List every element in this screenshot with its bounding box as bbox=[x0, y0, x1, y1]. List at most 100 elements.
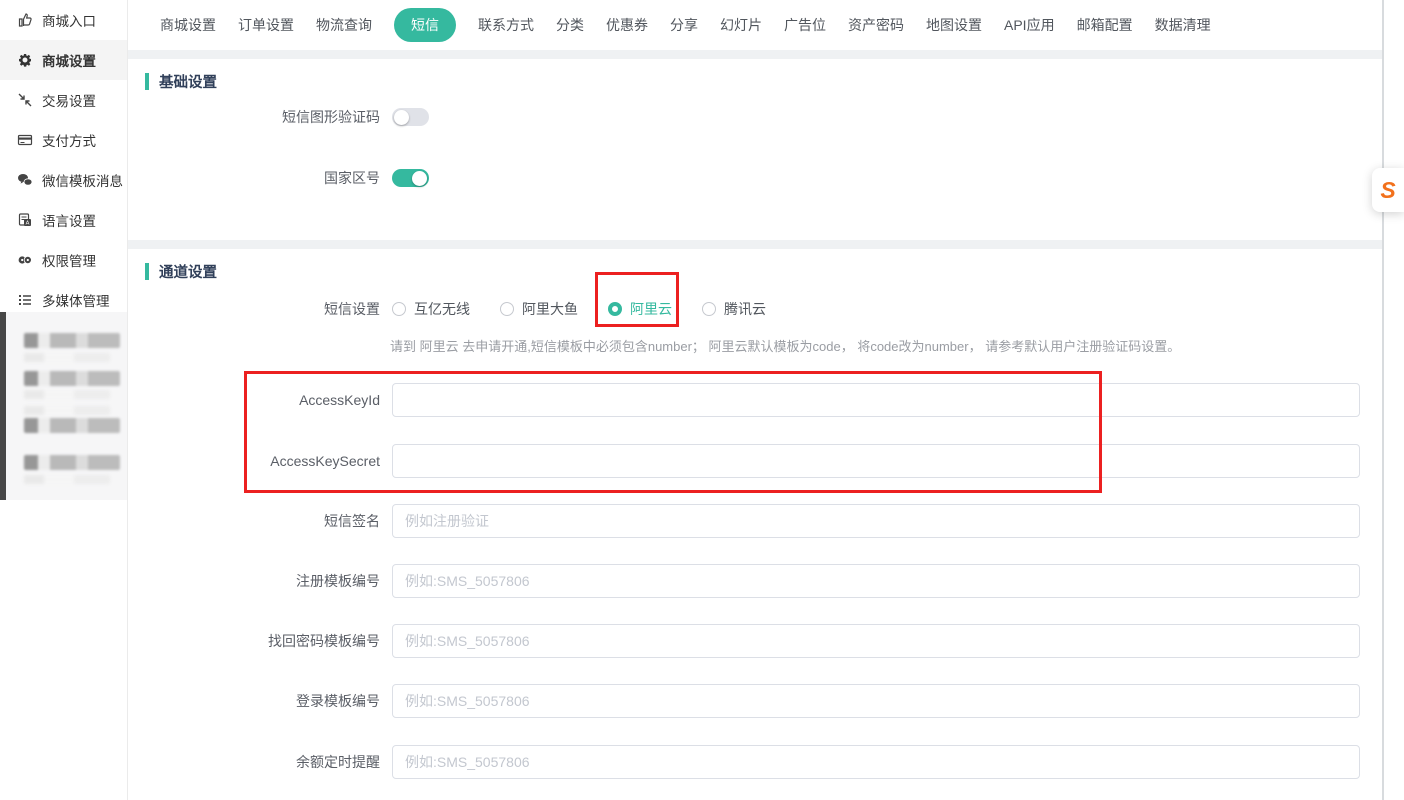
radio-huyi-wireless[interactable]: 互亿无线 bbox=[392, 299, 470, 319]
redacted-menu-item[interactable] bbox=[24, 371, 120, 386]
redacted-menu-item[interactable] bbox=[24, 418, 120, 433]
sidebar-item-label: 支付方式 bbox=[42, 130, 96, 150]
sidebar-item-trade-settings[interactable]: 交易设置 bbox=[0, 80, 127, 120]
channel-settings-card: 通道设置 短信设置 互亿无线 阿里大鱼 阿里云 bbox=[137, 249, 1382, 800]
field-label: 短信图形验证码 bbox=[137, 107, 392, 127]
form-row-sms-provider: 短信设置 互亿无线 阿里大鱼 阿里云 bbox=[137, 292, 1382, 326]
radio-ali-dayu[interactable]: 阿里大鱼 bbox=[500, 299, 578, 319]
sms-signature-input[interactable] bbox=[392, 504, 1360, 538]
sidebar-item-label: 商城入口 bbox=[42, 10, 96, 30]
field-label: 余额定时提醒 bbox=[137, 752, 392, 772]
form-row-accesskeyid: AccessKeyId bbox=[137, 383, 1382, 417]
redacted-menu-item[interactable] bbox=[24, 333, 120, 348]
field-label: AccessKeySecret bbox=[137, 453, 392, 469]
main-content: 商城设置 订单设置 物流查询 短信 联系方式 分类 优惠券 分享 幻灯片 广告位… bbox=[128, 0, 1382, 800]
redacted-menu-subitem bbox=[24, 353, 110, 362]
redacted-menu-item[interactable] bbox=[24, 455, 120, 470]
balance-reminder-input[interactable] bbox=[392, 745, 1360, 779]
s-widget-label: S bbox=[1380, 177, 1395, 204]
field-label: 登录模板编号 bbox=[137, 691, 392, 711]
card-gap bbox=[128, 50, 1382, 59]
tab-data-cleanup[interactable]: 数据清理 bbox=[1155, 15, 1211, 35]
radio-dot-icon bbox=[608, 302, 622, 316]
form-row-sms-signature: 短信签名 bbox=[137, 504, 1382, 538]
form-row-sms-captcha: 短信图形验证码 bbox=[137, 100, 1382, 134]
tab-mall-settings[interactable]: 商城设置 bbox=[160, 15, 216, 35]
sms-settings-page: 商城入口 商城设置 交易设置 支付方式 微信模板消息 A 语言设置 权限管理 多 bbox=[0, 0, 1404, 800]
page-right-divider bbox=[1382, 0, 1384, 800]
sidebar-item-label: 语言设置 bbox=[42, 210, 96, 230]
redacted-menu-subitem bbox=[24, 406, 110, 415]
tab-share[interactable]: 分享 bbox=[670, 15, 698, 35]
language-icon: A bbox=[17, 212, 33, 228]
wechat-icon bbox=[17, 172, 33, 188]
sidebar-item-language-settings[interactable]: A 语言设置 bbox=[0, 200, 127, 240]
settings-tab-bar: 商城设置 订单设置 物流查询 短信 联系方式 分类 优惠券 分享 幻灯片 广告位… bbox=[137, 0, 1382, 50]
card-gap bbox=[128, 240, 1382, 249]
accesskeysecret-input[interactable] bbox=[392, 444, 1360, 478]
radio-dot-icon bbox=[500, 302, 514, 316]
sidebar-scrollbar[interactable] bbox=[0, 312, 6, 500]
sidebar-submenu bbox=[0, 312, 127, 500]
tab-logistics-query[interactable]: 物流查询 bbox=[316, 15, 372, 35]
section-accent-bar bbox=[145, 263, 149, 280]
section-header-basic: 基础设置 bbox=[145, 71, 217, 92]
tab-order-settings[interactable]: 订单设置 bbox=[238, 15, 294, 35]
sidebar-item-mall-entry[interactable]: 商城入口 bbox=[0, 0, 127, 40]
aliyun-help-note: 请到 阿里云 去申请开通,短信模板中必须包含number； 阿里云默认模板为co… bbox=[390, 336, 1180, 355]
form-row-country-code: 国家区号 bbox=[137, 161, 1382, 195]
country-code-toggle[interactable] bbox=[392, 169, 429, 187]
register-template-input[interactable] bbox=[392, 564, 1360, 598]
svg-text:A: A bbox=[26, 221, 30, 227]
sms-provider-radio-group: 互亿无线 阿里大鱼 阿里云 腾讯云 bbox=[392, 299, 766, 319]
password-recovery-template-input[interactable] bbox=[392, 624, 1360, 658]
form-row-accesskeysecret: AccessKeySecret bbox=[137, 444, 1382, 478]
sidebar-item-label: 微信模板消息 bbox=[42, 170, 123, 190]
form-row-password-recovery-template: 找回密码模板编号 bbox=[137, 624, 1382, 658]
sidebar-item-permission-management[interactable]: 权限管理 bbox=[0, 240, 127, 280]
section-title: 通道设置 bbox=[159, 261, 217, 282]
sidebar-item-mall-settings[interactable]: 商城设置 bbox=[0, 40, 127, 80]
form-row-login-template: 登录模板编号 bbox=[137, 684, 1382, 718]
gear-icon bbox=[17, 52, 33, 68]
tab-slideshow[interactable]: 幻灯片 bbox=[720, 15, 762, 35]
credit-card-icon bbox=[17, 132, 33, 148]
radio-label: 腾讯云 bbox=[724, 299, 766, 319]
section-header-channel: 通道设置 bbox=[145, 261, 217, 282]
tab-asset-password[interactable]: 资产密码 bbox=[848, 15, 904, 35]
login-template-input[interactable] bbox=[392, 684, 1360, 718]
radio-aliyun-selected[interactable]: 阿里云 bbox=[608, 299, 672, 319]
basic-settings-card: 基础设置 短信图形验证码 国家区号 bbox=[137, 59, 1382, 240]
radio-tencent-cloud[interactable]: 腾讯云 bbox=[702, 299, 766, 319]
radio-dot-icon bbox=[702, 302, 716, 316]
field-label: 国家区号 bbox=[137, 168, 392, 188]
tab-mailbox-config[interactable]: 邮箱配置 bbox=[1077, 15, 1133, 35]
radio-label: 阿里云 bbox=[630, 299, 672, 319]
section-accent-bar bbox=[145, 73, 149, 90]
trade-arrows-icon bbox=[17, 92, 33, 108]
sidebar-item-label: 多媒体管理 bbox=[42, 290, 110, 310]
accesskeyid-input[interactable] bbox=[392, 383, 1360, 417]
tab-map-settings[interactable]: 地图设置 bbox=[926, 15, 982, 35]
tab-contact[interactable]: 联系方式 bbox=[478, 15, 534, 35]
sms-captcha-toggle[interactable] bbox=[392, 108, 429, 126]
sidebar-item-payment-methods[interactable]: 支付方式 bbox=[0, 120, 127, 160]
tab-ad-slot[interactable]: 广告位 bbox=[784, 15, 826, 35]
tab-api-app[interactable]: API应用 bbox=[1004, 15, 1055, 35]
thumb-up-icon bbox=[17, 12, 33, 28]
tab-category[interactable]: 分类 bbox=[556, 15, 584, 35]
toggle-knob bbox=[394, 110, 409, 125]
permission-icon bbox=[17, 252, 33, 268]
sidebar-item-wechat-template-message[interactable]: 微信模板消息 bbox=[0, 160, 127, 200]
redacted-menu-subitem bbox=[24, 390, 110, 399]
floating-s-widget[interactable]: S bbox=[1372, 168, 1404, 212]
field-label: 短信设置 bbox=[137, 299, 392, 319]
tab-sms[interactable]: 短信 bbox=[394, 8, 456, 42]
tab-coupon[interactable]: 优惠券 bbox=[606, 15, 648, 35]
field-label: 注册模板编号 bbox=[137, 571, 392, 591]
field-label: 找回密码模板编号 bbox=[137, 631, 392, 651]
radio-label: 互亿无线 bbox=[414, 299, 470, 319]
form-row-register-template: 注册模板编号 bbox=[137, 564, 1382, 598]
sidebar-item-label: 商城设置 bbox=[42, 50, 96, 70]
field-label: AccessKeyId bbox=[137, 392, 392, 408]
